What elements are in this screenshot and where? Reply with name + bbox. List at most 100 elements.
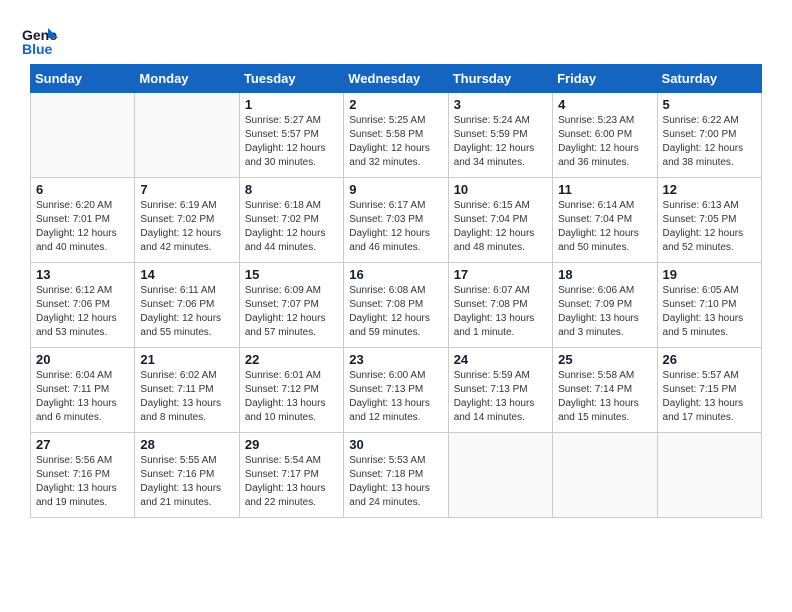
logo: General Blue bbox=[20, 20, 58, 58]
day-number: 19 bbox=[663, 267, 756, 282]
day-number: 11 bbox=[558, 182, 651, 197]
calendar-cell: 22 Sunrise: 6:01 AM Sunset: 7:12 PM Dayli… bbox=[239, 348, 343, 433]
day-info: Sunrise: 6:19 AM Sunset: 7:02 PM Dayligh… bbox=[140, 199, 233, 255]
calendar-cell: 11 Sunrise: 6:14 AM Sunset: 7:04 PM Dayli… bbox=[553, 178, 657, 263]
day-number: 18 bbox=[558, 267, 651, 282]
day-number: 22 bbox=[245, 352, 338, 367]
day-number: 2 bbox=[349, 97, 442, 112]
day-info: Sunrise: 5:59 AM Sunset: 7:13 PM Dayligh… bbox=[454, 369, 547, 425]
day-number: 26 bbox=[663, 352, 756, 367]
day-number: 12 bbox=[663, 182, 756, 197]
header: General Blue bbox=[10, 10, 782, 64]
calendar-cell: 9 Sunrise: 6:17 AM Sunset: 7:03 PM Daylig… bbox=[344, 178, 448, 263]
day-number: 7 bbox=[140, 182, 233, 197]
day-number: 6 bbox=[36, 182, 129, 197]
header-sunday: Sunday bbox=[31, 65, 135, 93]
day-info: Sunrise: 5:55 AM Sunset: 7:16 PM Dayligh… bbox=[140, 454, 233, 510]
day-info: Sunrise: 6:02 AM Sunset: 7:11 PM Dayligh… bbox=[140, 369, 233, 425]
calendar-cell: 2 Sunrise: 5:25 AM Sunset: 5:58 PM Daylig… bbox=[344, 93, 448, 178]
day-info: Sunrise: 6:14 AM Sunset: 7:04 PM Dayligh… bbox=[558, 199, 651, 255]
day-info: Sunrise: 6:07 AM Sunset: 7:08 PM Dayligh… bbox=[454, 284, 547, 340]
day-info: Sunrise: 6:06 AM Sunset: 7:09 PM Dayligh… bbox=[558, 284, 651, 340]
calendar-cell bbox=[31, 93, 135, 178]
calendar-cell: 8 Sunrise: 6:18 AM Sunset: 7:02 PM Daylig… bbox=[239, 178, 343, 263]
header-thursday: Thursday bbox=[448, 65, 552, 93]
calendar-week-row: 13Sunrise: 6:12 AM Sunset: 7:06 PM Dayli… bbox=[31, 263, 762, 348]
calendar-cell bbox=[553, 433, 657, 518]
calendar-cell: 13Sunrise: 6:12 AM Sunset: 7:06 PM Dayli… bbox=[31, 263, 135, 348]
day-number: 4 bbox=[558, 97, 651, 112]
calendar-cell: 18 Sunrise: 6:06 AM Sunset: 7:09 PM Dayli… bbox=[553, 263, 657, 348]
day-info: Sunrise: 6:15 AM Sunset: 7:04 PM Dayligh… bbox=[454, 199, 547, 255]
header-friday: Friday bbox=[553, 65, 657, 93]
calendar-header-row: Sunday Monday Tuesday Wednesday Thursday… bbox=[31, 65, 762, 93]
day-info: Sunrise: 5:53 AM Sunset: 7:18 PM Dayligh… bbox=[349, 454, 442, 510]
day-info: Sunrise: 6:18 AM Sunset: 7:02 PM Dayligh… bbox=[245, 199, 338, 255]
calendar-cell: 5Sunrise: 6:22 AM Sunset: 7:00 PM Daylig… bbox=[657, 93, 761, 178]
calendar-table: Sunday Monday Tuesday Wednesday Thursday… bbox=[30, 64, 762, 518]
calendar-cell: 7 Sunrise: 6:19 AM Sunset: 7:02 PM Daylig… bbox=[135, 178, 239, 263]
calendar-cell: 23 Sunrise: 6:00 AM Sunset: 7:13 PM Dayli… bbox=[344, 348, 448, 433]
calendar-cell: 30 Sunrise: 5:53 AM Sunset: 7:18 PM Dayli… bbox=[344, 433, 448, 518]
calendar-week-row: 20 Sunrise: 6:04 AM Sunset: 7:11 PM Dayli… bbox=[31, 348, 762, 433]
header-saturday: Saturday bbox=[657, 65, 761, 93]
calendar-cell: 28 Sunrise: 5:55 AM Sunset: 7:16 PM Dayli… bbox=[135, 433, 239, 518]
header-wednesday: Wednesday bbox=[344, 65, 448, 93]
header-monday: Monday bbox=[135, 65, 239, 93]
day-number: 1 bbox=[245, 97, 338, 112]
day-info: Sunrise: 6:05 AM Sunset: 7:10 PM Dayligh… bbox=[663, 284, 756, 340]
day-number: 29 bbox=[245, 437, 338, 452]
day-number: 9 bbox=[349, 182, 442, 197]
day-number: 30 bbox=[349, 437, 442, 452]
day-number: 27 bbox=[36, 437, 129, 452]
calendar-cell: 20 Sunrise: 6:04 AM Sunset: 7:11 PM Dayli… bbox=[31, 348, 135, 433]
calendar-cell: 1 Sunrise: 5:27 AM Sunset: 5:57 PM Daylig… bbox=[239, 93, 343, 178]
calendar-cell bbox=[135, 93, 239, 178]
day-info: Sunrise: 5:56 AM Sunset: 7:16 PM Dayligh… bbox=[36, 454, 129, 510]
header-tuesday: Tuesday bbox=[239, 65, 343, 93]
day-info: Sunrise: 6:17 AM Sunset: 7:03 PM Dayligh… bbox=[349, 199, 442, 255]
day-info: Sunrise: 6:04 AM Sunset: 7:11 PM Dayligh… bbox=[36, 369, 129, 425]
calendar-wrapper: Sunday Monday Tuesday Wednesday Thursday… bbox=[10, 64, 782, 518]
calendar-cell: 27 Sunrise: 5:56 AM Sunset: 7:16 PM Dayli… bbox=[31, 433, 135, 518]
calendar-cell bbox=[657, 433, 761, 518]
day-number: 23 bbox=[349, 352, 442, 367]
calendar-cell: 19 Sunrise: 6:05 AM Sunset: 7:10 PM Dayli… bbox=[657, 263, 761, 348]
day-info: Sunrise: 6:01 AM Sunset: 7:12 PM Dayligh… bbox=[245, 369, 338, 425]
logo-icon: General Blue bbox=[20, 20, 58, 58]
calendar-week-row: 1 Sunrise: 5:27 AM Sunset: 5:57 PM Daylig… bbox=[31, 93, 762, 178]
day-info: Sunrise: 6:20 AM Sunset: 7:01 PM Dayligh… bbox=[36, 199, 129, 255]
day-number: 24 bbox=[454, 352, 547, 367]
day-number: 28 bbox=[140, 437, 233, 452]
day-number: 20 bbox=[36, 352, 129, 367]
calendar-cell: 24 Sunrise: 5:59 AM Sunset: 7:13 PM Dayli… bbox=[448, 348, 552, 433]
day-info: Sunrise: 5:27 AM Sunset: 5:57 PM Dayligh… bbox=[245, 114, 338, 170]
calendar-cell: 4 Sunrise: 5:23 AM Sunset: 6:00 PM Daylig… bbox=[553, 93, 657, 178]
day-number: 10 bbox=[454, 182, 547, 197]
calendar-cell: 25 Sunrise: 5:58 AM Sunset: 7:14 PM Dayli… bbox=[553, 348, 657, 433]
day-number: 8 bbox=[245, 182, 338, 197]
day-number: 14 bbox=[140, 267, 233, 282]
calendar-cell: 15Sunrise: 6:09 AM Sunset: 7:07 PM Dayli… bbox=[239, 263, 343, 348]
day-info: Sunrise: 6:08 AM Sunset: 7:08 PM Dayligh… bbox=[349, 284, 442, 340]
day-info: Sunrise: 5:54 AM Sunset: 7:17 PM Dayligh… bbox=[245, 454, 338, 510]
day-number: 25 bbox=[558, 352, 651, 367]
calendar-week-row: 6 Sunrise: 6:20 AM Sunset: 7:01 PM Daylig… bbox=[31, 178, 762, 263]
calendar-cell: 12Sunrise: 6:13 AM Sunset: 7:05 PM Dayli… bbox=[657, 178, 761, 263]
day-info: Sunrise: 6:22 AM Sunset: 7:00 PM Dayligh… bbox=[663, 114, 756, 170]
day-number: 13 bbox=[36, 267, 129, 282]
svg-text:Blue: Blue bbox=[22, 41, 53, 57]
day-number: 17 bbox=[454, 267, 547, 282]
day-info: Sunrise: 5:57 AM Sunset: 7:15 PM Dayligh… bbox=[663, 369, 756, 425]
calendar-cell: 26 Sunrise: 5:57 AM Sunset: 7:15 PM Dayli… bbox=[657, 348, 761, 433]
day-info: Sunrise: 5:23 AM Sunset: 6:00 PM Dayligh… bbox=[558, 114, 651, 170]
calendar-cell: 6 Sunrise: 6:20 AM Sunset: 7:01 PM Daylig… bbox=[31, 178, 135, 263]
day-info: Sunrise: 6:11 AM Sunset: 7:06 PM Dayligh… bbox=[140, 284, 233, 340]
day-info: Sunrise: 5:25 AM Sunset: 5:58 PM Dayligh… bbox=[349, 114, 442, 170]
day-info: Sunrise: 5:58 AM Sunset: 7:14 PM Dayligh… bbox=[558, 369, 651, 425]
day-info: Sunrise: 6:00 AM Sunset: 7:13 PM Dayligh… bbox=[349, 369, 442, 425]
calendar-cell bbox=[448, 433, 552, 518]
calendar-cell: 14 Sunrise: 6:11 AM Sunset: 7:06 PM Dayli… bbox=[135, 263, 239, 348]
calendar-cell: 17 Sunrise: 6:07 AM Sunset: 7:08 PM Dayli… bbox=[448, 263, 552, 348]
day-info: Sunrise: 5:24 AM Sunset: 5:59 PM Dayligh… bbox=[454, 114, 547, 170]
